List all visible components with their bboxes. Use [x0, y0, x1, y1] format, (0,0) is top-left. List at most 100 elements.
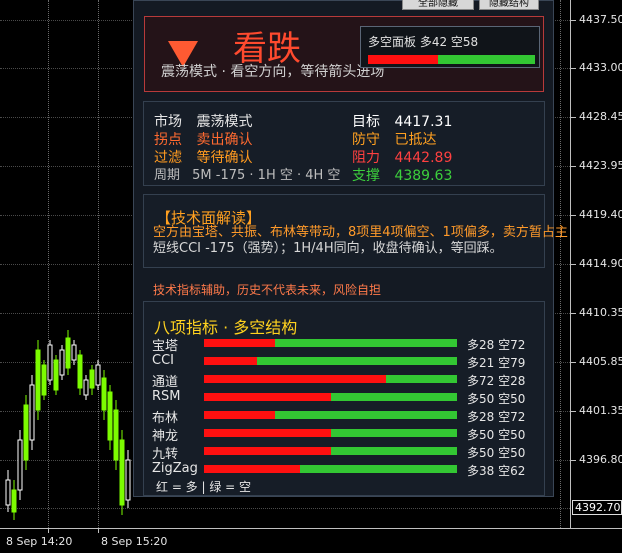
period-label: 周期 — [154, 168, 181, 183]
indicator-value: 多50 空50 — [467, 446, 526, 460]
price-label: 4405.85 — [579, 355, 622, 368]
candle-body — [5, 479, 11, 506]
target-row: 目标 4417.31 — [352, 114, 452, 130]
short-share-fill — [438, 55, 535, 64]
candle-body — [47, 344, 53, 381]
price-tick — [571, 460, 576, 461]
indicator-name: ZigZag — [152, 461, 198, 476]
price-tick — [571, 117, 576, 118]
time-axis[interactable]: 8 Sep 14:20 8 Sep 15:20 — [0, 528, 622, 553]
indicator-bar — [204, 375, 457, 383]
indicator-value: 多50 空50 — [467, 392, 526, 406]
long-share-fill — [204, 465, 301, 473]
price-label: 4396.80 — [579, 453, 622, 466]
short-share-fill — [257, 357, 457, 365]
candle-body — [89, 369, 95, 389]
price-tick — [571, 313, 576, 314]
price-label: 4401.35 — [579, 404, 622, 417]
filter-value: 等待确认 — [196, 150, 253, 166]
short-share-fill — [274, 339, 457, 347]
indicator-value: 多72 空28 — [467, 374, 526, 388]
candle-body — [59, 349, 65, 376]
indicator-value: 多38 空62 — [467, 464, 526, 478]
candle-body — [53, 359, 59, 391]
candle-body — [29, 384, 35, 441]
candle-body — [23, 404, 29, 461]
long-short-summary: 多空面板 多42 空58 — [360, 26, 540, 68]
short-share-fill — [330, 429, 457, 437]
technical-analysis-card: 【技术面解读】 空方由宝塔、共振、布林等带动，8项里4项偏空、1项偏多，卖方暂占… — [143, 194, 568, 268]
indicator-value: 多21 空79 — [467, 356, 526, 370]
inflection-value: 卖出确认 — [196, 132, 253, 148]
candle-body — [113, 409, 119, 461]
indicator-bar — [204, 339, 457, 347]
analysis-line: 空方由宝塔、共振、布林等带动，8项里4项偏空、1项偏多，卖方暂占主 — [153, 225, 568, 240]
candle-body — [119, 439, 125, 506]
target-label: 目标 — [352, 114, 380, 130]
filter-row: 过滤 等待确认 — [154, 150, 252, 166]
color-legend: 红 = 多 | 绿 = 空 — [156, 480, 252, 494]
current-price-label: 4392.70 — [572, 500, 622, 515]
indicator-row: 通道 多72 空28 — [152, 370, 544, 390]
indicator-value: 多28 空72 — [467, 410, 526, 424]
long-share-fill — [204, 339, 275, 347]
hide-all-button[interactable]: 全部隐藏 — [402, 0, 474, 10]
short-share-fill — [330, 393, 457, 401]
candle-body — [35, 349, 41, 411]
resistance-value: 4442.89 — [394, 150, 453, 166]
indicator-bar — [204, 357, 457, 365]
long-share-fill — [204, 375, 387, 383]
price-label: 4423.95 — [579, 159, 622, 172]
hide-structure-button[interactable]: 隐藏结构 — [479, 0, 539, 10]
candle-body — [65, 337, 71, 369]
resistance-row: 阻力 4442.89 — [352, 150, 452, 166]
candle-body — [125, 459, 131, 501]
resistance-label: 阻力 — [352, 150, 380, 166]
filter-label: 过滤 — [154, 150, 182, 166]
defense-row: 防守 已抵达 — [352, 132, 436, 148]
indicator-row: ZigZag 多38 空62 — [152, 460, 544, 478]
long-short-summary-bar — [368, 55, 535, 64]
market-label: 市场 — [154, 114, 182, 130]
candle-body — [71, 344, 77, 361]
price-label: 4428.45 — [579, 110, 622, 123]
long-share-fill — [368, 55, 439, 64]
time-label: 8 Sep 15:20 — [101, 535, 168, 548]
long-share-fill — [204, 393, 331, 401]
indicator-row: CCI 多21 空79 — [152, 352, 544, 370]
indicator-bar — [204, 393, 457, 401]
price-axis[interactable]: 4437.50 4433.00 4428.45 4423.95 4419.40 4414.… — [570, 0, 622, 528]
market-info-card: 市场 震荡模式 拐点 卖出确认 过滤 等待确认 周期 5M -175 · 1H … — [143, 101, 545, 186]
candle-body — [17, 439, 23, 491]
long-share-fill — [204, 447, 331, 455]
indicator-name: RSM — [152, 389, 181, 404]
support-label: 支撑 — [352, 168, 380, 184]
support-value: 4389.63 — [394, 168, 453, 184]
short-share-fill — [300, 465, 457, 473]
signal-box: 看跌 震荡模式 · 看空方向，等待箭头进场 多空面板 多42 空58 — [144, 16, 544, 92]
indicator-bar — [204, 447, 457, 455]
indicator-row: 九转 多50 空50 — [152, 442, 544, 462]
price-tick — [571, 264, 576, 265]
price-tick — [571, 411, 576, 412]
time-label: 8 Sep 14:20 — [6, 535, 73, 548]
price-label: 4410.35 — [579, 306, 622, 319]
short-share-fill — [330, 447, 457, 455]
risk-disclaimer: 技术指标辅助，历史不代表未来，风险自担 — [153, 283, 382, 297]
candle-body — [107, 391, 113, 441]
price-tick — [571, 68, 576, 69]
price-tick — [571, 215, 576, 216]
defense-value: 已抵达 — [394, 132, 437, 148]
indicator-bar — [204, 411, 457, 419]
inflection-row: 拐点 卖出确认 — [154, 132, 252, 148]
indicator-row: RSM 多50 空50 — [152, 388, 544, 406]
candle-body — [83, 379, 89, 396]
indicator-row: 神龙 多50 空50 — [152, 424, 544, 444]
price-tick — [571, 20, 576, 21]
candlestick-series — [5, 330, 131, 520]
long-share-fill — [204, 357, 258, 365]
long-share-fill — [204, 429, 331, 437]
indicator-bar — [204, 429, 457, 437]
signal-subtitle: 震荡模式 · 看空方向，等待箭头进场 — [161, 64, 385, 80]
time-tick — [98, 529, 99, 533]
